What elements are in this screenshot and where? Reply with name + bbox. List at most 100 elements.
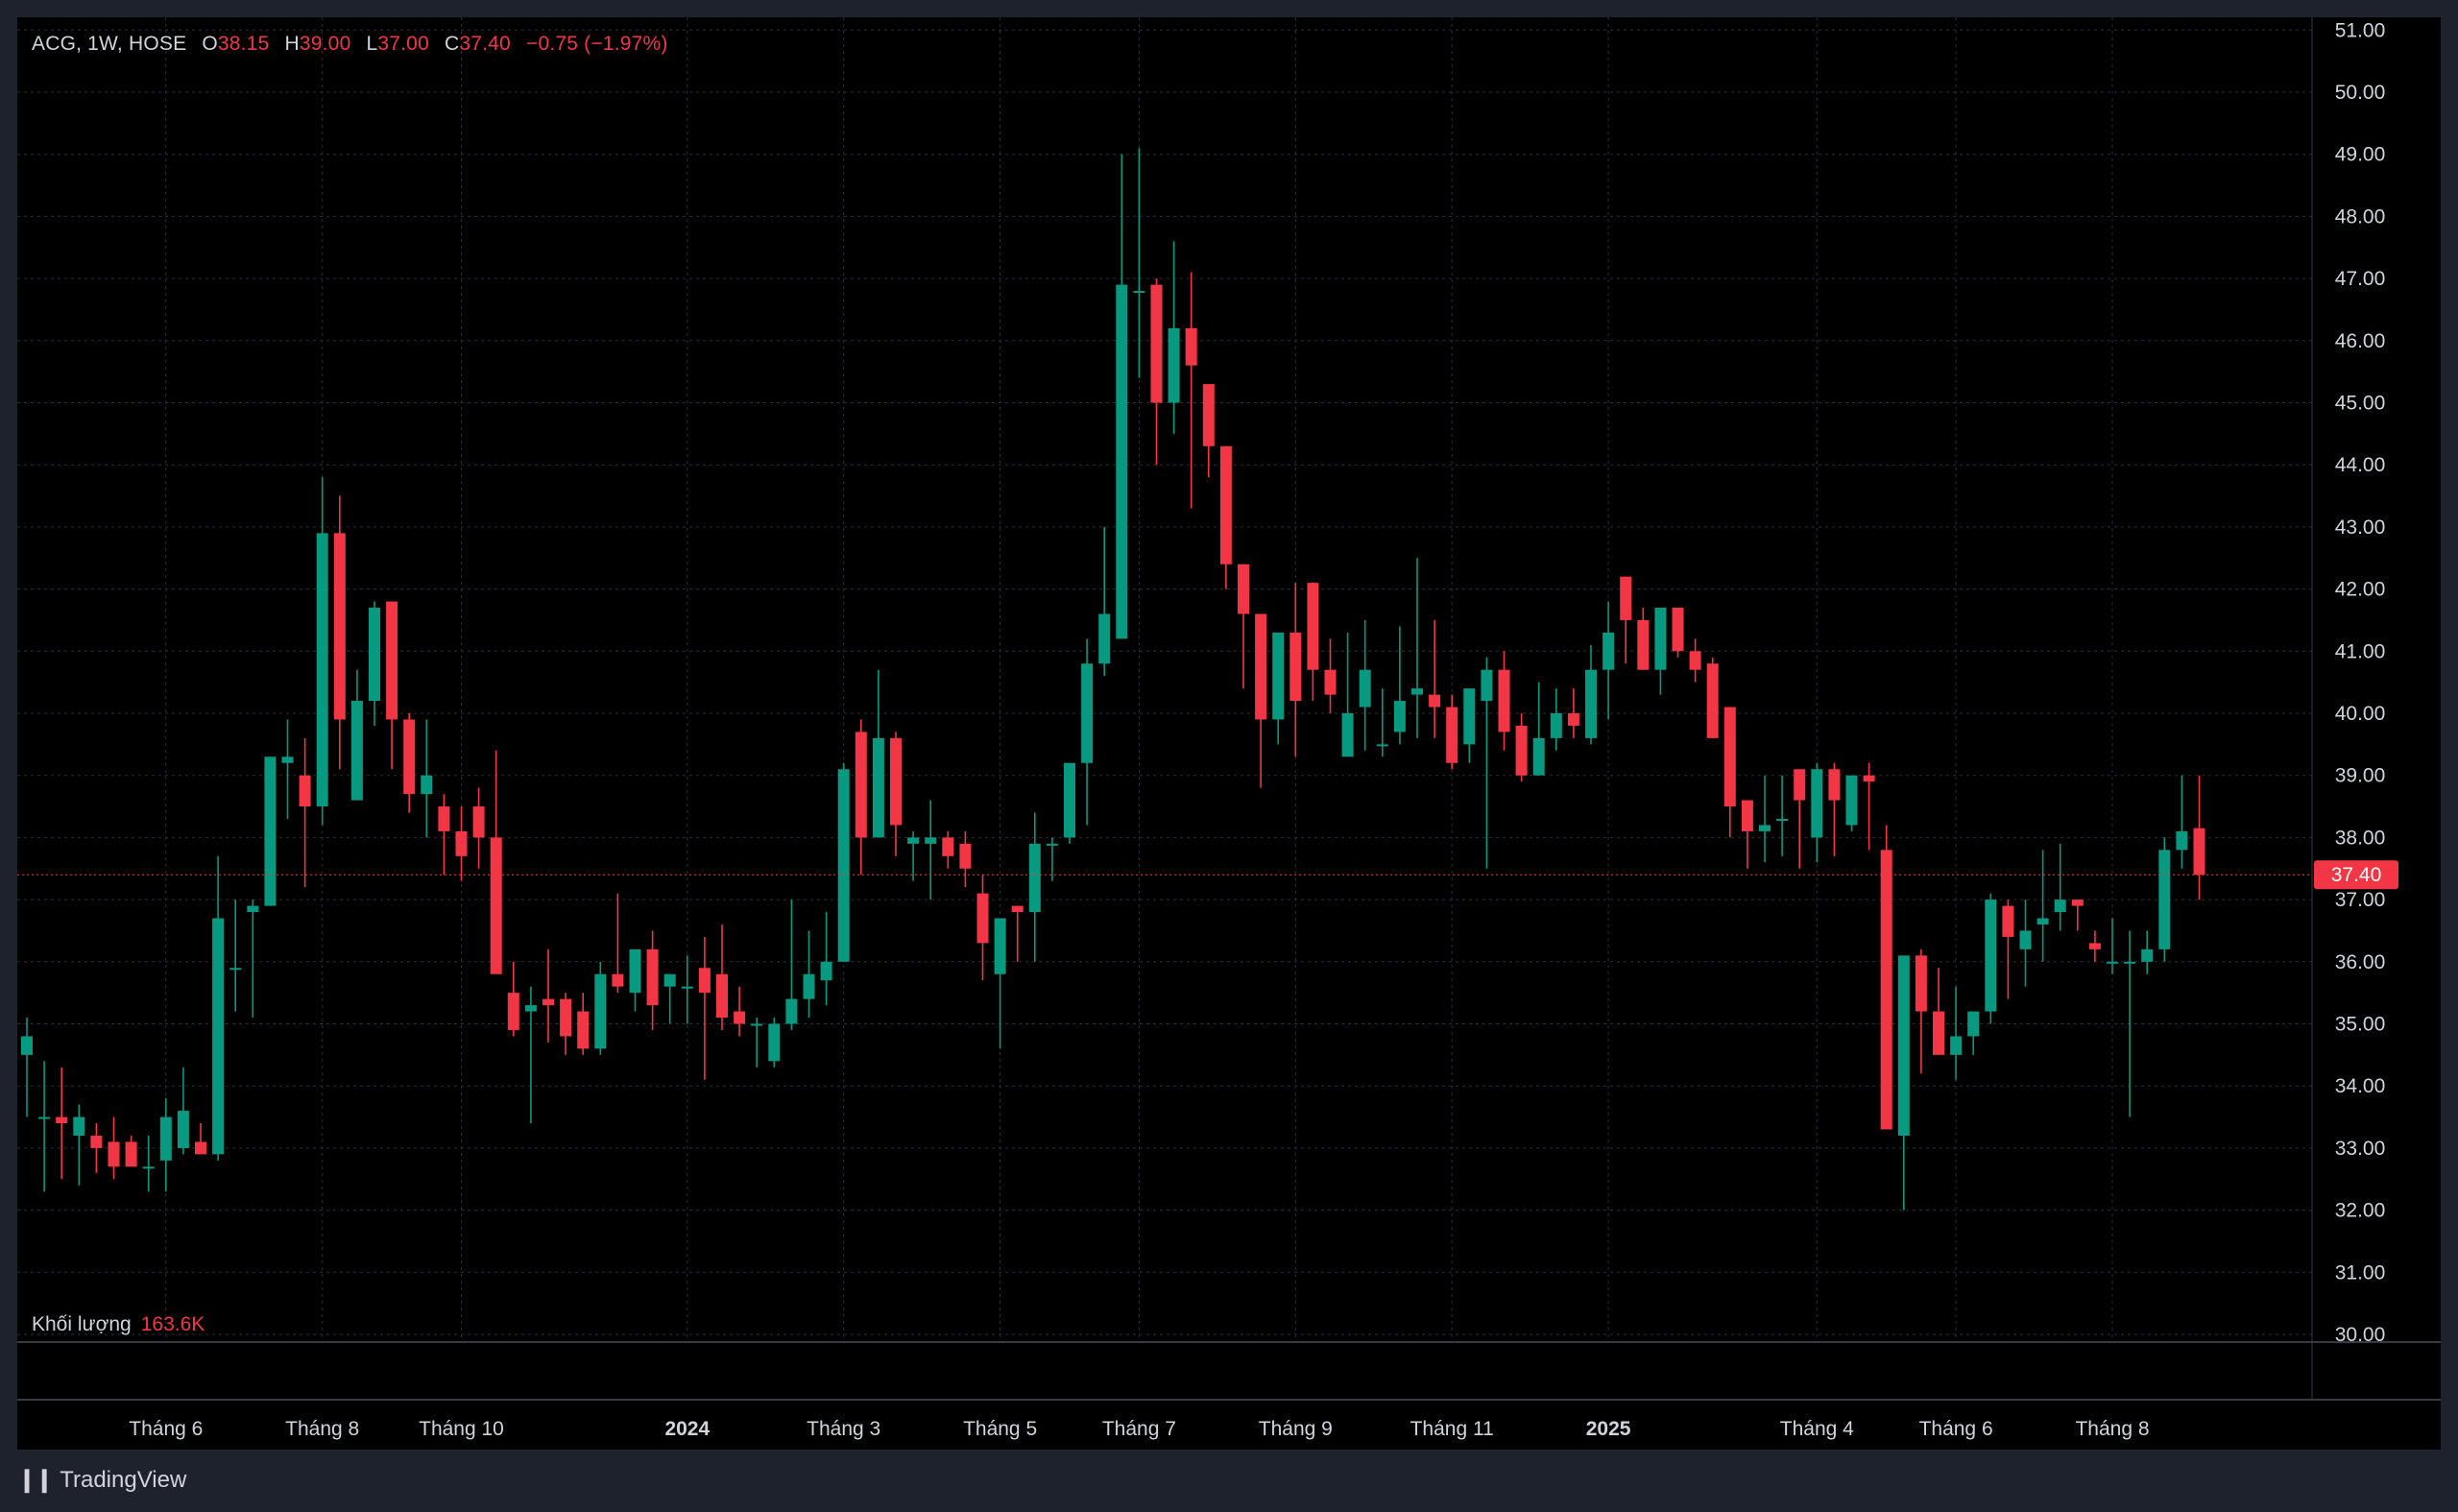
candle-up — [1550, 713, 1562, 738]
candle-down — [455, 830, 468, 856]
candle-up — [2158, 850, 2171, 949]
close-value: 37.40 — [459, 33, 511, 55]
candle-up — [2019, 930, 2032, 949]
x-tick-label: Tháng 5 — [963, 1418, 1037, 1440]
x-tick-label: Tháng 9 — [1259, 1418, 1333, 1440]
candle-down — [1567, 713, 1579, 726]
candle-up — [264, 756, 277, 906]
candle-up — [2124, 961, 2136, 964]
candle-up — [524, 1005, 537, 1012]
candle-down — [1498, 669, 1510, 732]
candle-down — [472, 806, 485, 838]
candlestick-chart[interactable]: 51.00 50.00 49.00 48.00 47.00 46.00 45.00 44.00… — [17, 17, 2441, 1450]
x-tick-label: Tháng 10 — [419, 1418, 504, 1440]
candle-down — [56, 1116, 68, 1124]
candle-up — [247, 905, 259, 913]
candle-up — [281, 756, 294, 763]
candle-up — [1393, 701, 1406, 732]
candle-down — [1238, 564, 1249, 614]
ohlc-legend: ACG, 1W, HOSE O38.15 H39.00 L37.00 C37.4… — [32, 33, 668, 56]
tradingview-logo[interactable]: ❙❙ TradingView — [17, 1466, 186, 1494]
y-tick-label: 46.00 — [2335, 330, 2386, 352]
candle-up — [1116, 284, 1128, 639]
y-tick-label: 37.00 — [2335, 889, 2386, 911]
y-tick-label: 40.00 — [2335, 703, 2386, 725]
y-tick-label: 35.00 — [2335, 1014, 2386, 1036]
candle-up — [2036, 918, 2049, 924]
candle-down — [698, 968, 711, 994]
chart-frame[interactable]: 51.00 50.00 49.00 48.00 47.00 46.00 45.00 44.00… — [17, 17, 2441, 1450]
candle-up — [316, 533, 328, 807]
candle-up — [1046, 843, 1058, 846]
candle-up — [994, 918, 1006, 974]
y-tick-label: 32.00 — [2335, 1200, 2386, 1222]
high-value: 39.00 — [299, 33, 351, 55]
y-tick-label: 51.00 — [2335, 19, 2386, 41]
candle-up — [1411, 688, 1423, 695]
symbol-label[interactable]: ACG, 1W, HOSE — [32, 33, 186, 55]
candle-up — [1585, 669, 1597, 738]
candle-up — [1359, 669, 1371, 708]
candle-up — [594, 973, 607, 1049]
candle-up — [229, 968, 242, 971]
volume-legend[interactable]: Khối lượng 163.6K — [32, 1313, 205, 1336]
candle-down — [1324, 669, 1337, 695]
y-tick-label: 47.00 — [2335, 268, 2386, 290]
candle-up — [350, 701, 363, 801]
x-tick-label: Tháng 8 — [285, 1418, 359, 1440]
candle-up — [1532, 737, 1545, 776]
candle-up — [785, 998, 798, 1024]
low-value: 37.00 — [377, 33, 429, 55]
candle-down — [1880, 850, 1892, 1130]
candle-down — [403, 719, 416, 795]
candle-up — [212, 918, 225, 1155]
y-tick-label: 42.00 — [2335, 579, 2386, 601]
y-tick-label: 41.00 — [2335, 640, 2386, 662]
candle-up — [663, 973, 676, 987]
candle-down — [333, 533, 346, 720]
candle-down — [1915, 955, 1927, 1012]
candle-down — [1185, 327, 1197, 366]
y-tick-label: 31.00 — [2335, 1261, 2386, 1284]
candle-up — [907, 837, 920, 844]
candle-down — [734, 1011, 746, 1024]
x-tick-label: 2024 — [664, 1418, 710, 1440]
candle-down — [1723, 707, 1736, 807]
candle-up — [1950, 1036, 1963, 1055]
candle-down — [942, 837, 954, 856]
candle-down — [1429, 694, 1441, 708]
candle-up — [1081, 663, 1094, 763]
y-tick-label: 50.00 — [2335, 82, 2386, 104]
candle-up — [768, 1023, 781, 1062]
candle-down — [612, 973, 624, 987]
candle-up — [38, 1116, 51, 1119]
candle-up — [1341, 713, 1354, 757]
candle-down — [1672, 608, 1684, 652]
candle-up — [925, 837, 937, 844]
y-tick-label: 49.00 — [2335, 144, 2386, 166]
candle-up — [1376, 744, 1388, 747]
y-tick-label: 39.00 — [2335, 765, 2386, 787]
candle-up — [1985, 900, 1997, 1012]
candle-up — [1481, 669, 1493, 702]
candle-up — [1463, 688, 1476, 745]
candle-down — [108, 1141, 120, 1167]
candle-down — [1255, 613, 1267, 720]
candle-down — [1828, 769, 1841, 801]
x-tick-label: Tháng 3 — [807, 1418, 880, 1440]
candle-up — [2176, 830, 2188, 851]
y-tick-label: 34.00 — [2335, 1075, 2386, 1097]
candle-up — [177, 1111, 189, 1148]
change-value: −0.75 (−1.97%) — [525, 33, 668, 55]
candle-down — [1515, 725, 1528, 776]
y-tick-label: 33.00 — [2335, 1138, 2386, 1160]
candle-up — [803, 973, 815, 999]
candle-up — [1845, 775, 1858, 826]
high-label: H — [284, 33, 300, 55]
candle-up — [1168, 327, 1180, 403]
last-price-label: 37.40 — [2331, 864, 2382, 886]
candle-down — [959, 843, 972, 869]
candle-up — [2107, 961, 2118, 964]
candle-down — [1219, 445, 1232, 564]
candle-down — [195, 1141, 206, 1155]
